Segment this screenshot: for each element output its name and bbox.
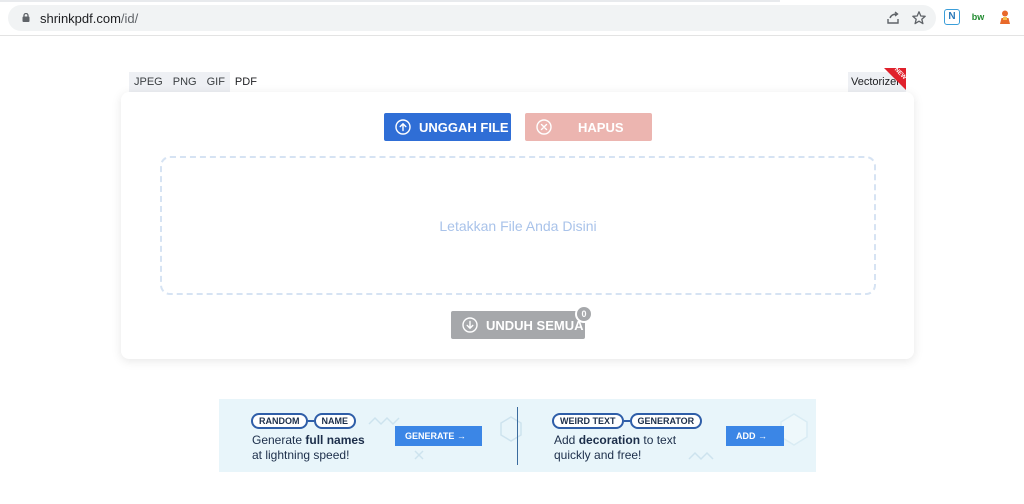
download-all-button[interactable]: UNDUH SEMUA [451, 311, 585, 339]
logo-pill-name: NAME [313, 413, 356, 429]
extension-person-icon[interactable] [997, 9, 1013, 25]
tab-gif[interactable]: GIF [201, 72, 230, 92]
tagline-text-2: at lightning speed! [252, 448, 350, 462]
tagline-bold: full names [305, 433, 365, 447]
ad-banner[interactable]: RANDOM NAME Generate full names at light… [219, 399, 816, 472]
logo-connector [623, 420, 630, 422]
generate-button[interactable]: GENERATE → [395, 426, 482, 446]
ad-divider [517, 407, 518, 465]
upload-file-button[interactable]: UNGGAH FILE [384, 113, 511, 141]
tagline-text: Add [554, 433, 579, 447]
tab-pdf[interactable]: PDF [229, 72, 262, 92]
delete-button[interactable]: HAPUS [525, 113, 652, 141]
tagline-text: Generate [252, 433, 306, 447]
upload-file-label: UNGGAH FILE [419, 119, 509, 135]
address-bar[interactable]: shrinkpdf.com/id/ [8, 5, 936, 31]
extension-bw-icon[interactable]: bw [970, 9, 986, 25]
lock-icon [22, 13, 30, 22]
extension-n-icon[interactable]: N [944, 9, 960, 25]
delete-label: HAPUS [578, 119, 624, 135]
tab-strip-line [0, 0, 780, 2]
download-arrow-icon [462, 317, 478, 333]
url-path: /id/ [120, 11, 139, 26]
random-name-tagline: Generate full names at lightning speed! [252, 433, 402, 463]
logo-pill-generator: GENERATOR [629, 413, 703, 429]
download-all-label: UNDUH SEMUA [486, 317, 584, 333]
tab-png[interactable]: PNG [167, 72, 202, 92]
file-count-badge: 0 [575, 305, 593, 323]
url-host: shrinkpdf.com [40, 11, 121, 26]
close-circle-icon [536, 119, 552, 135]
bookmark-star-icon[interactable] [911, 10, 927, 26]
logo-pill-random: RANDOM [251, 413, 308, 429]
format-tabs: JPEG PNG GIF PDF [129, 72, 262, 92]
random-name-logo: RANDOM NAME [251, 413, 356, 429]
upload-arrow-icon [395, 119, 411, 135]
add-button[interactable]: ADD → [726, 426, 784, 446]
uploader-card: UNGGAH FILE HAPUS Letakkan File Anda Dis… [121, 92, 914, 359]
logo-pill-weird-text: WEIRD TEXT [552, 413, 624, 429]
drop-zone-text: Letakkan File Anda Disini [439, 218, 597, 234]
tagline-text-2: quickly and free! [554, 448, 642, 462]
tagline-text-post: to text [640, 433, 677, 447]
url-text[interactable]: shrinkpdf.com/id/ [40, 11, 138, 26]
tab-jpeg[interactable]: JPEG [129, 72, 168, 92]
weird-text-tagline: Add decoration to text quickly and free! [554, 433, 704, 463]
weird-text-logo: WEIRD TEXT GENERATOR [552, 413, 703, 429]
file-drop-zone[interactable]: Letakkan File Anda Disini [160, 156, 876, 295]
share-icon[interactable] [885, 10, 901, 26]
tagline-bold: decoration [578, 433, 641, 447]
logo-connector [307, 420, 314, 422]
browser-toolbar: shrinkpdf.com/id/ N bw [0, 0, 1024, 36]
